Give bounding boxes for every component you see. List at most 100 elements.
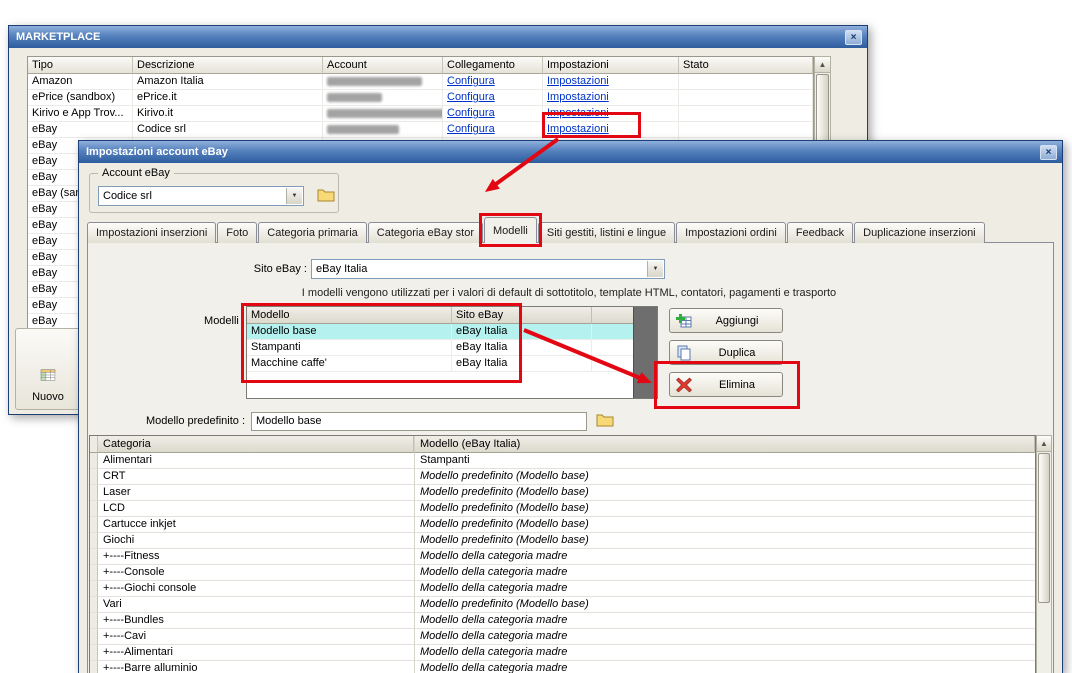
tab-categoria-primaria[interactable]: Categoria primaria bbox=[258, 222, 367, 243]
close-icon[interactable]: × bbox=[845, 29, 862, 45]
row-gutter bbox=[90, 565, 98, 581]
modello-cell: Modello della categoria madre bbox=[414, 645, 1035, 661]
button-label: Duplica bbox=[718, 346, 756, 359]
folder-icon[interactable] bbox=[314, 186, 336, 206]
column-header-modello: Modello (eBay Italia) bbox=[414, 436, 1035, 453]
sito-cell[interactable]: eBay Italia bbox=[452, 324, 592, 340]
categoria-cell[interactable]: +----Console bbox=[98, 565, 414, 581]
column-header-collegamento: Collegamento bbox=[443, 57, 543, 74]
modello-cell[interactable]: Macchine caffe' bbox=[247, 356, 452, 372]
cell-stato bbox=[679, 122, 813, 138]
categoria-scrollbar[interactable]: ▲ bbox=[1036, 435, 1052, 673]
impostazioni-link[interactable]: Impostazioni bbox=[547, 107, 609, 119]
modello-cell: Modello della categoria madre bbox=[414, 565, 1035, 581]
impostazioni-link[interactable]: Impostazioni bbox=[547, 91, 609, 103]
nuovo-button[interactable]: Nuovo bbox=[15, 328, 81, 410]
tab-modelli[interactable]: Modelli bbox=[484, 217, 537, 243]
nuovo-label: Nuovo bbox=[32, 391, 64, 403]
tab-impostazioni-inserzioni[interactable]: Impostazioni inserzioni bbox=[87, 222, 217, 243]
categoria-cell[interactable]: Alimentari bbox=[98, 453, 414, 469]
cell-tipo: ePrice (sandbox) bbox=[28, 90, 133, 106]
column-header-modello: Modello bbox=[247, 307, 452, 324]
configura-link[interactable]: Configura bbox=[447, 107, 495, 119]
modello-cell: Stampanti bbox=[414, 453, 1035, 469]
modello-cell: Modello predefinito (Modello base) bbox=[414, 533, 1035, 549]
modelli-actions: Aggiungi Duplica Elimina bbox=[669, 308, 783, 404]
categoria-cell[interactable]: LCD bbox=[98, 501, 414, 517]
account-ebay-select[interactable]: Codice srl ▼ bbox=[98, 186, 304, 206]
duplica-button[interactable]: Duplica bbox=[669, 340, 783, 365]
categoria-table: Categoria Modello (eBay Italia) Alimentari… bbox=[89, 435, 1036, 673]
column-header-tipo: Tipo bbox=[28, 57, 133, 74]
folder-icon[interactable] bbox=[593, 411, 615, 431]
row-gutter bbox=[90, 501, 98, 517]
modelli-info-text: I modelli vengono utilizzati per i valor… bbox=[301, 287, 837, 299]
modelli-table-scroll-area bbox=[633, 307, 657, 398]
categoria-cell[interactable]: +----Barre alluminio bbox=[98, 661, 414, 673]
cell-impostazioni: Impostazioni bbox=[543, 106, 679, 122]
modello-cell: Modello della categoria madre bbox=[414, 661, 1035, 673]
categoria-cell[interactable]: Laser bbox=[98, 485, 414, 501]
column-header-account: Account bbox=[323, 57, 443, 74]
tab-impostazioni-ordini[interactable]: Impostazioni ordini bbox=[676, 222, 786, 243]
configura-link[interactable]: Configura bbox=[447, 75, 495, 87]
cell-account bbox=[323, 106, 443, 122]
categoria-cell[interactable]: +----Cavi bbox=[98, 629, 414, 645]
account-redacted bbox=[327, 108, 442, 118]
tab-foto[interactable]: Foto bbox=[217, 222, 258, 243]
categoria-cell[interactable]: Cartucce inkjet bbox=[98, 517, 414, 533]
categoria-cell[interactable]: CRT bbox=[98, 469, 414, 485]
cell-stato bbox=[679, 74, 813, 90]
modello-cell: Modello predefinito (Modello base) bbox=[414, 501, 1035, 517]
cell-collegamento: Configura bbox=[443, 74, 543, 90]
account-ebay-value: Codice srl bbox=[103, 190, 152, 202]
filler-cell bbox=[592, 324, 634, 340]
aggiungi-button[interactable]: Aggiungi bbox=[669, 308, 783, 333]
categoria-cell[interactable]: +----Alimentari bbox=[98, 645, 414, 661]
tab-feedback[interactable]: Feedback bbox=[786, 222, 854, 243]
configura-link[interactable]: Configura bbox=[447, 91, 495, 103]
sito-cell[interactable]: eBay Italia bbox=[452, 356, 592, 372]
impostazioni-link[interactable]: Impostazioni bbox=[547, 123, 609, 135]
tab-duplicazione-inserzioni[interactable]: Duplicazione inserzioni bbox=[854, 222, 985, 243]
account-ebay-group-label: Account eBay bbox=[98, 167, 174, 179]
scroll-up-icon[interactable]: ▲ bbox=[815, 57, 830, 73]
row-gutter bbox=[90, 645, 98, 661]
sito-cell[interactable]: eBay Italia bbox=[452, 340, 592, 356]
categoria-cell[interactable]: Vari bbox=[98, 597, 414, 613]
cell-impostazioni: Impostazioni bbox=[543, 122, 679, 138]
modello-cell[interactable]: Stampanti bbox=[247, 340, 452, 356]
cell-collegamento: Configura bbox=[443, 106, 543, 122]
chevron-down-icon[interactable]: ▼ bbox=[647, 261, 663, 277]
categoria-cell[interactable]: +----Bundles bbox=[98, 613, 414, 629]
impostazioni-link[interactable]: Impostazioni bbox=[547, 75, 609, 87]
delete-icon bbox=[676, 377, 692, 393]
sito-ebay-select[interactable]: eBay Italia ▼ bbox=[311, 259, 665, 279]
column-header-stato: Stato bbox=[679, 57, 813, 74]
row-gutter bbox=[90, 485, 98, 501]
cell-account bbox=[323, 90, 443, 106]
modello-cell[interactable]: Modello base bbox=[247, 324, 452, 340]
modelli-label: Modelli : bbox=[204, 315, 245, 327]
close-icon[interactable]: × bbox=[1040, 144, 1057, 160]
filler-cell bbox=[592, 340, 634, 356]
new-table-icon bbox=[40, 367, 56, 383]
scrollbar-thumb[interactable] bbox=[1038, 453, 1050, 603]
scroll-up-icon[interactable]: ▲ bbox=[1037, 436, 1051, 452]
account-redacted bbox=[327, 76, 422, 86]
tab-categoria-ebay-stor[interactable]: Categoria eBay stor bbox=[367, 222, 483, 243]
configura-link[interactable]: Configura bbox=[447, 123, 495, 135]
categoria-cell[interactable]: +----Fitness bbox=[98, 549, 414, 565]
elimina-button[interactable]: Elimina bbox=[669, 372, 783, 397]
modello-predefinito-field[interactable]: Modello base bbox=[251, 412, 587, 431]
account-ebay-group: Account eBay Codice srl ▼ bbox=[89, 167, 339, 213]
row-gutter bbox=[90, 661, 98, 673]
row-gutter bbox=[90, 453, 98, 469]
tab-siti-gestiti-listini-e-lingue[interactable]: Siti gestiti, listini e lingue bbox=[537, 222, 676, 243]
chevron-down-icon[interactable]: ▼ bbox=[286, 188, 302, 204]
column-header-descrizione: Descrizione bbox=[133, 57, 323, 74]
categoria-cell[interactable]: +----Giochi console bbox=[98, 581, 414, 597]
categoria-cell[interactable]: Giochi bbox=[98, 533, 414, 549]
modello-cell: Modello della categoria madre bbox=[414, 613, 1035, 629]
dialog-title: Impostazioni account eBay bbox=[86, 146, 228, 158]
